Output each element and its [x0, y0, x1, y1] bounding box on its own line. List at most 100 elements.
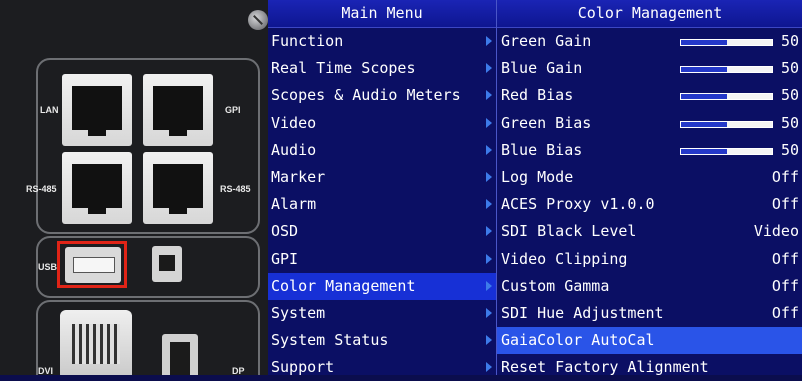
submenu-arrow-icon — [486, 362, 492, 373]
gpi-label: GPI — [225, 105, 241, 115]
submenu-arrow-icon — [486, 144, 492, 155]
submenu-arrow-icon — [486, 335, 492, 346]
color-setting-row[interactable]: GaiaColor AutoCal — [497, 327, 802, 355]
color-setting-row[interactable]: Green Bias 50 — [497, 110, 802, 137]
value-slider[interactable] — [680, 120, 773, 128]
color-setting-row[interactable]: Blue Bias 50 — [497, 137, 802, 164]
main-menu-item-label: Video — [271, 113, 317, 132]
usb-highlight-box — [57, 241, 127, 288]
color-setting-label: Blue Gain — [501, 59, 583, 78]
color-setting-label: Green Gain — [501, 32, 592, 50]
main-menu-item-label: GPI — [271, 249, 299, 268]
color-setting-row[interactable]: Green Gain 50 — [497, 28, 802, 55]
submenu-arrow-icon — [486, 226, 492, 237]
dvi-label: DVI — [38, 366, 54, 375]
slider-fill — [681, 40, 727, 45]
color-setting-label: Custom Gamma — [501, 276, 610, 295]
main-menu-panel: Main Menu Function Real Time Scopes Scopes… — [268, 0, 496, 376]
color-setting-row[interactable]: SDI Hue Adjustment Off — [497, 300, 802, 327]
main-menu-item-label: System — [271, 303, 326, 322]
color-setting-row[interactable]: ACES Proxy v1.0.0 Off — [497, 191, 802, 218]
value-slider[interactable] — [680, 66, 773, 74]
color-setting-row[interactable]: Blue Gain 50 — [497, 55, 802, 82]
submenu-arrow-icon — [486, 171, 492, 182]
screw-icon — [248, 10, 268, 30]
color-setting-row[interactable]: Log Mode Off — [497, 164, 802, 191]
color-setting-row[interactable]: Video Clipping Off — [497, 246, 802, 273]
color-setting-value: 50 — [780, 86, 799, 105]
color-setting-row[interactable]: Reset Factory Alignment — [497, 354, 802, 381]
color-management-title: Color Management — [497, 0, 802, 28]
dp-label: DP — [232, 366, 245, 375]
main-menu-item-label: System Status — [271, 331, 389, 350]
color-setting-value: Video — [753, 222, 799, 241]
main-menu-item[interactable]: System Status — [268, 327, 496, 354]
color-setting-row[interactable]: Custom Gamma Off — [497, 273, 802, 300]
usb-b-port — [152, 246, 182, 282]
submenu-arrow-icon — [486, 63, 492, 74]
submenu-arrow-icon — [486, 117, 492, 128]
rs485-left-label: RS-485 — [26, 184, 57, 194]
slider-fill — [681, 148, 727, 154]
main-menu-item[interactable]: OSD — [268, 218, 496, 245]
main-menu-item[interactable]: Function — [268, 28, 496, 55]
color-setting-label: Green Bias — [501, 113, 592, 132]
color-setting-row[interactable]: Red Bias 50 — [497, 82, 802, 109]
lan-port — [62, 74, 132, 146]
color-setting-value: 50 — [780, 59, 799, 78]
slider-fill — [681, 94, 727, 100]
color-setting-label: GaiaColor AutoCal — [501, 331, 655, 350]
main-menu-item[interactable]: GPI — [268, 246, 496, 273]
color-setting-row[interactable]: SDI Black Level Video — [497, 218, 802, 245]
main-menu-item[interactable]: Video — [268, 110, 496, 137]
color-setting-value: Off — [771, 276, 799, 295]
main-menu-item[interactable]: Marker — [268, 164, 496, 191]
submenu-arrow-icon — [486, 307, 492, 318]
color-setting-value: Off — [771, 167, 799, 186]
main-menu-item-label: Marker — [271, 167, 326, 186]
main-menu-item-label: Audio — [271, 140, 317, 159]
color-setting-label: Video Clipping — [501, 249, 628, 268]
main-menu-item-label: Color Management — [271, 276, 416, 295]
main-menu-item[interactable]: Color Management — [268, 272, 496, 300]
main-menu-item-label: Function — [271, 32, 344, 50]
color-setting-label: SDI Hue Adjustment — [501, 303, 664, 322]
main-menu-item[interactable]: Alarm — [268, 191, 496, 218]
submenu-arrow-icon — [486, 90, 492, 101]
main-menu-title: Main Menu — [268, 0, 496, 28]
main-menu-item[interactable]: Scopes & Audio Meters — [268, 82, 496, 109]
submenu-arrow-icon — [486, 199, 492, 210]
color-setting-label: SDI Black Level — [501, 222, 637, 241]
submenu-arrow-icon — [486, 36, 492, 46]
main-menu-item-label: Support — [271, 358, 335, 377]
color-setting-value: 50 — [780, 140, 799, 159]
gpi-port — [143, 74, 213, 146]
value-slider[interactable] — [680, 39, 773, 46]
lan-label: LAN — [40, 105, 59, 115]
color-setting-value: Off — [771, 303, 799, 322]
main-menu-item[interactable]: Audio — [268, 137, 496, 164]
main-menu-item-label: Alarm — [271, 195, 317, 214]
color-management-panel: Color Management Green Gain 50 Blue Gain 50… — [496, 0, 802, 376]
color-setting-label: Log Mode — [501, 167, 574, 186]
color-setting-value: 50 — [780, 32, 799, 50]
rs485-port-right — [143, 152, 213, 224]
dvi-port — [60, 310, 132, 375]
rear-panel-photo: LAN GPI RS-485 RS-485 USB DVI DP — [0, 0, 268, 375]
color-setting-label: ACES Proxy v1.0.0 — [501, 195, 655, 214]
color-setting-label: Red Bias — [501, 86, 574, 105]
value-slider[interactable] — [680, 147, 773, 155]
slider-fill — [681, 67, 727, 73]
main-menu-item[interactable]: System — [268, 300, 496, 327]
color-setting-value: Off — [771, 195, 799, 214]
color-setting-value: 50 — [780, 113, 799, 132]
displayport-port — [162, 334, 198, 375]
main-menu-item[interactable]: Real Time Scopes — [268, 55, 496, 82]
value-slider[interactable] — [680, 93, 773, 101]
usb-label: USB — [38, 262, 58, 272]
main-menu-item[interactable]: Support — [268, 354, 496, 381]
submenu-arrow-icon — [486, 253, 492, 264]
color-setting-label: Blue Bias — [501, 140, 583, 159]
slider-fill — [681, 121, 727, 127]
color-setting-value: Off — [771, 249, 799, 268]
